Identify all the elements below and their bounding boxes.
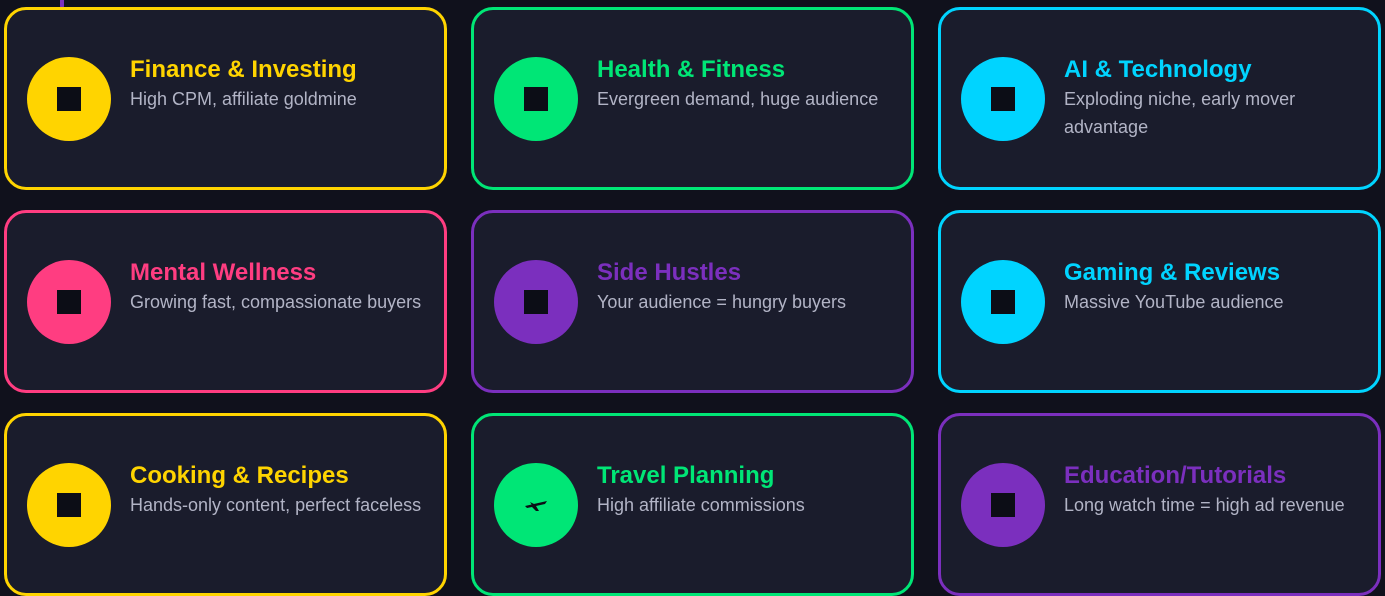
- niche-title: Cooking & Recipes: [130, 462, 349, 489]
- niche-title: Travel Planning: [597, 462, 775, 489]
- niche-title: Education/Tutorials: [1064, 462, 1287, 489]
- niche-description: Evergreen demand, huge audience: [597, 89, 879, 109]
- niche-card-text: AI & Technology Exploding niche, early m…: [1064, 55, 1360, 141]
- niche-card-cooking: Cooking & Recipes Hands-only content, pe…: [4, 413, 447, 596]
- square-icon: [991, 86, 1015, 111]
- niche-card-travel: Travel Planning High affiliate commissio…: [471, 413, 914, 596]
- niche-icon-badge: [494, 56, 578, 141]
- niche-description: Massive YouTube audience: [1064, 292, 1284, 312]
- niche-card-education: Education/Tutorials Long watch time = hi…: [938, 413, 1381, 596]
- square-icon: [57, 492, 81, 517]
- niche-title: Side Hustles: [597, 259, 742, 286]
- niche-card-text: Finance & Investing High CPM, affiliate …: [130, 55, 426, 113]
- niche-description: Hands-only content, perfect faceless: [130, 495, 422, 515]
- niche-card-side-hustles: Side Hustles Your audience = hungry buye…: [471, 210, 914, 393]
- airplane-icon: [524, 497, 548, 513]
- niche-description: Long watch time = high ad revenue: [1064, 495, 1345, 515]
- niche-description: Your audience = hungry buyers: [597, 292, 847, 312]
- niche-icon-badge: [494, 462, 578, 547]
- niche-card-text: Gaming & Reviews Massive YouTube audienc…: [1064, 258, 1360, 316]
- niche-description: High CPM, affiliate goldmine: [130, 89, 357, 109]
- niche-card-gaming: Gaming & Reviews Massive YouTube audienc…: [938, 210, 1381, 393]
- niche-card-text: Side Hustles Your audience = hungry buye…: [597, 258, 893, 316]
- niche-icon-badge: [494, 259, 578, 344]
- niche-card-health: Health & Fitness Evergreen demand, huge …: [471, 7, 914, 190]
- square-icon: [524, 289, 548, 314]
- niche-title: Mental Wellness: [130, 259, 317, 286]
- niche-description: Exploding niche, early mover advantage: [1064, 89, 1296, 137]
- niche-icon-badge: [961, 259, 1045, 344]
- niche-title: Health & Fitness: [597, 56, 786, 83]
- square-icon: [991, 289, 1015, 314]
- niche-card-text: Health & Fitness Evergreen demand, huge …: [597, 55, 893, 113]
- niche-icon-badge: [961, 462, 1045, 547]
- niche-icon-badge: [27, 259, 111, 344]
- niche-grid: Finance & Investing High CPM, affiliate …: [4, 7, 1381, 596]
- niche-card-text: Mental Wellness Growing fast, compassion…: [130, 258, 426, 316]
- niche-description: Growing fast, compassionate buyers: [130, 292, 422, 312]
- square-icon: [524, 86, 548, 111]
- niche-title: Finance & Investing: [130, 56, 357, 83]
- niche-title: AI & Technology: [1064, 56, 1252, 83]
- niche-card-finance: Finance & Investing High CPM, affiliate …: [4, 7, 447, 190]
- niche-title: Gaming & Reviews: [1064, 259, 1281, 286]
- niche-card-mental-wellness: Mental Wellness Growing fast, compassion…: [4, 210, 447, 393]
- niche-card-text: Education/Tutorials Long watch time = hi…: [1064, 461, 1360, 519]
- niche-icon-badge: [961, 56, 1045, 141]
- niche-card-ai: AI & Technology Exploding niche, early m…: [938, 7, 1381, 190]
- square-icon: [57, 86, 81, 111]
- niche-description: High affiliate commissions: [597, 495, 805, 515]
- niche-card-text: Travel Planning High affiliate commissio…: [597, 461, 893, 519]
- niche-card-text: Cooking & Recipes Hands-only content, pe…: [130, 461, 426, 519]
- square-icon: [991, 492, 1015, 517]
- square-icon: [57, 289, 81, 314]
- niche-icon-badge: [27, 462, 111, 547]
- niche-icon-badge: [27, 56, 111, 141]
